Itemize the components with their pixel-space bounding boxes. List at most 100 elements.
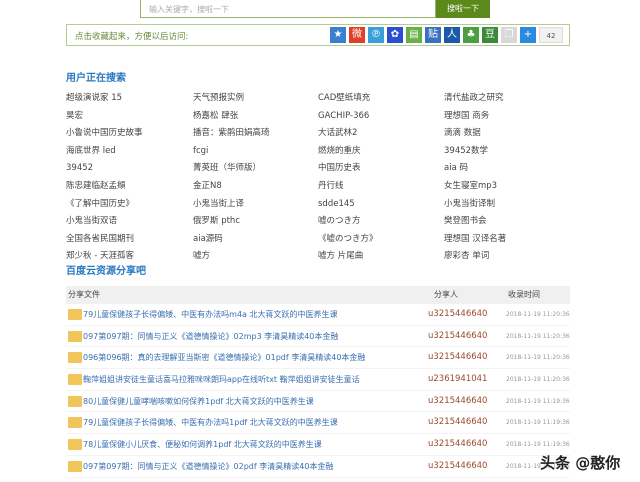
user-link[interactable]: u3215446640 — [428, 434, 487, 456]
search-term-link[interactable]: 杨嘉松 肆张 — [193, 108, 318, 126]
table-row: 78儿童保健小儿厌食、便秘如何调养1pdf 北大蒋文跃的中医养生课 u321544… — [66, 434, 570, 456]
share-count: 42 — [539, 27, 563, 43]
file-link[interactable]: 80儿童保健儿童哮喘咳嗽如何保养1pdf 北大蒋文跃的中医养生课 — [83, 391, 314, 413]
search-term-link[interactable]: 昊宏 — [66, 108, 193, 126]
folder-icon — [68, 460, 82, 472]
search-input[interactable]: 输入关键字，搜啦一下 — [140, 0, 436, 18]
search-term-link[interactable]: 《嘘のつき方》 — [318, 231, 444, 249]
search-term-link[interactable]: 嘘のつき方 — [318, 213, 444, 231]
bookmark-bar: 点击收藏起来，方便以后访问: ★ 微 ℗ ✿ ▤ 贴人 ♣ 豆 ❐ +42 — [66, 24, 570, 46]
search-term-link[interactable]: CAD壁纸填充 — [318, 90, 444, 108]
user-link[interactable]: u3215446640 — [428, 326, 487, 348]
folder-icon — [68, 374, 82, 386]
time-text: 2018-11-19 11:19:36 — [506, 397, 570, 405]
search-term-link[interactable]: 小鬼当街双语 — [66, 213, 193, 231]
folder-icon — [68, 439, 82, 451]
search-term-link[interactable]: 39452 — [66, 160, 193, 178]
search-term-link[interactable]: fcgi — [193, 143, 318, 161]
search-term-link[interactable]: 菁英班（华师版） — [193, 160, 318, 178]
search-term-link[interactable]: 丹行线 — [318, 178, 444, 196]
file-link[interactable]: 097第097期：同情与正义《道德情操论》02pdf 李清昊精读40本金融 — [83, 456, 333, 478]
douban-icon[interactable]: 豆 — [482, 27, 498, 43]
searching-grid: 超级演说家 15 天气预报实例 CAD壁纸填充 清代盐政之研究昊宏 杨嘉松 肆张 GACH… — [66, 90, 576, 266]
search-term-link[interactable]: 39452数学 — [444, 143, 570, 161]
header-file: 分享文件 — [68, 290, 100, 299]
search-term-link[interactable]: 陈忠建临赵孟頫 — [66, 178, 193, 196]
search-button[interactable]: 搜啦一下 — [436, 0, 490, 18]
search-term-link[interactable]: 清代盐政之研究 — [444, 90, 570, 108]
table-row: 79儿童保健孩子长得偏矮、中医有办法吗1pdf 北大蒋文跃的中医养生课 u3215… — [66, 412, 570, 435]
folder-icon — [68, 309, 82, 320]
table-row: 097第097期：同情与正义《道德情操论》02mp3 李清昊精读40本金融 u32… — [66, 326, 570, 348]
file-link[interactable]: 097第097期：同情与正义《道德情操论》02mp3 李清昊精读40本金融 — [83, 326, 338, 348]
user-link[interactable]: u2361941041 — [428, 369, 487, 391]
search-term-link[interactable]: 金正N8 — [193, 178, 318, 196]
search-term-link[interactable]: 理想国 汉译名著 — [444, 231, 570, 249]
search-term-link[interactable]: 天气预报实例 — [193, 90, 318, 108]
search-term-link[interactable]: 大话武林2 — [318, 125, 444, 143]
search-term-link[interactable]: 女生寝室mp3 — [444, 178, 570, 196]
file-link[interactable]: 鞠萍姐姐讲安徒生童话喜马拉雅咪咪朗玛app在线听txt 鞠萍姐姐讲安徒生童话 — [83, 369, 360, 391]
user-link[interactable]: u3215446640 — [428, 391, 487, 413]
bookmark-text: 点击收藏起来，方便以后访问: — [75, 32, 189, 42]
share-title: 百度云资源分享吧 — [66, 266, 146, 277]
copy-icon[interactable]: ❐ — [501, 27, 517, 43]
table-row: 097第097期：同情与正义《道德情操论》02pdf 李清昊精读40本金融 u32… — [66, 456, 570, 478]
search-term-link[interactable]: 小鲁说中国历史故事 — [66, 125, 193, 143]
table-row: 79儿童保健孩子长得偏矮、中医有办法吗m4a 北大蒋文跃的中医养生课 u32154… — [66, 304, 570, 326]
search-term-link[interactable]: 嘘方 片尾曲 — [318, 248, 444, 266]
search-term-link[interactable]: 嘘方 — [193, 248, 318, 266]
time-text: 2018-11-19 11:20:36 — [506, 376, 570, 384]
file-link[interactable]: 79儿童保健孩子长得偏矮、中医有办法吗m4a 北大蒋文跃的中医养生课 — [83, 304, 338, 326]
search-term-link[interactable]: 小鬼当街上译 — [193, 196, 318, 214]
search-term-link[interactable]: 中国历史表 — [318, 160, 444, 178]
search-term-link[interactable]: 理想国 商务 — [444, 108, 570, 126]
folder-icon — [68, 330, 82, 342]
more-icon[interactable]: + — [520, 27, 536, 43]
user-link[interactable]: u3215446640 — [428, 412, 487, 434]
search-term-link[interactable]: sdde145 — [318, 196, 444, 214]
folder-icon — [68, 395, 82, 407]
header-user: 分享人 — [434, 290, 458, 299]
search-term-link[interactable]: 海底世界 led — [66, 143, 193, 161]
search-term-link[interactable]: aia源码 — [193, 231, 318, 249]
folder-icon — [68, 352, 82, 364]
time-text: 2018-11-19 11:20:36 — [506, 311, 570, 318]
search-term-link[interactable]: aia 码 — [444, 160, 570, 178]
tencent-weibo-icon[interactable]: ℗ — [368, 27, 384, 43]
file-link[interactable]: 78儿童保健小儿厌食、便秘如何调养1pdf 北大蒋文跃的中医养生课 — [83, 434, 322, 456]
search-term-link[interactable]: 全国各省民国期刊 — [66, 231, 193, 249]
search-term-link[interactable]: 樊登图书会 — [444, 213, 570, 231]
pic-icon[interactable]: ▤ — [406, 27, 422, 43]
user-link[interactable]: u3215446640 — [428, 347, 487, 369]
qzone-icon[interactable]: ★ — [330, 27, 346, 43]
baidu-icon[interactable]: ✿ — [387, 27, 403, 43]
search-term-link[interactable]: GACHIP-366 — [318, 108, 444, 126]
search-term-link[interactable]: 廖彩杏 单词 — [444, 248, 570, 266]
table-header: 分享文件 分享人 收录时间 — [66, 286, 570, 304]
file-link[interactable]: 79儿童保健孩子长得偏矮、中医有办法吗1pdf 北大蒋文跃的中医养生课 — [83, 412, 338, 434]
user-link[interactable]: u3215446640 — [428, 304, 487, 326]
search-term-link[interactable]: 超级演说家 15 — [66, 90, 193, 108]
search-term-link[interactable]: 俄罗斯 pthc — [193, 213, 318, 231]
share-table: 分享文件 分享人 收录时间 79儿童保健孩子长得偏矮、中医有办法吗m4a 北大蒋… — [66, 286, 570, 478]
header-time: 收录时间 — [508, 290, 540, 299]
renren-icon[interactable]: 人 — [444, 27, 460, 43]
watermark: 头条 @憨你 — [540, 454, 621, 472]
tieba-icon[interactable]: 贴 — [425, 27, 441, 43]
file-link[interactable]: 096第096期：真的去理解亚当斯密《道德情操论》01pdf 李清昊精读40本金… — [83, 347, 365, 369]
search-term-link[interactable]: 滴滴 数据 — [444, 125, 570, 143]
user-link[interactable]: u3215446640 — [428, 456, 487, 478]
search-term-link[interactable]: 《了解中国历史》 — [66, 196, 193, 214]
folder-icon — [68, 417, 82, 429]
table-row: 80儿童保健儿童哮喘咳嗽如何保养1pdf 北大蒋文跃的中医养生课 u3215446… — [66, 391, 570, 413]
table-row: 鞠萍姐姐讲安徒生童话喜马拉雅咪咪朗玛app在线听txt 鞠萍姐姐讲安徒生童话 u2… — [66, 369, 570, 391]
search-term-link[interactable]: 播音：紫鹃田娟高琦 — [193, 125, 318, 143]
table-row: 096第096期：真的去理解亚当斯密《道德情操论》01pdf 李清昊精读40本金… — [66, 347, 570, 370]
search-term-link[interactable]: 燃烧的重庆 — [318, 143, 444, 161]
search-term-link[interactable]: 小鬼当街译制 — [444, 196, 570, 214]
kaixin-icon[interactable]: ♣ — [463, 27, 479, 43]
time-text: 2018-11-19 11:20:36 — [506, 354, 570, 362]
searching-title: 用户正在搜索 — [66, 73, 126, 84]
weibo-icon[interactable]: 微 — [349, 27, 365, 43]
